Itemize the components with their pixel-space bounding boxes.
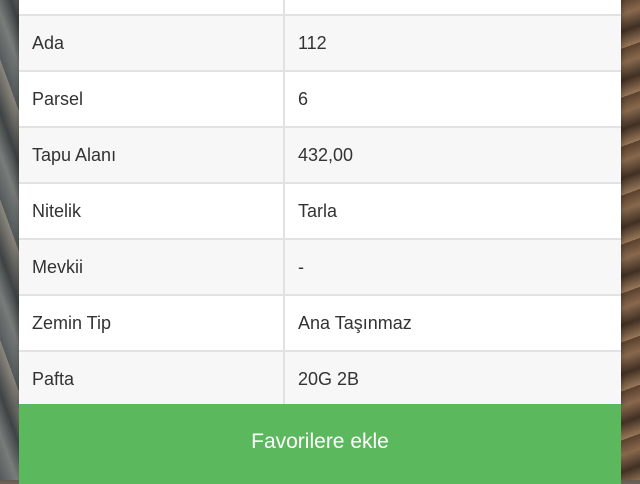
table-row-pafta: Pafta 20G 2B — [19, 351, 621, 408]
row-value-mevkii: - — [284, 239, 621, 296]
row-label-pafta: Pafta — [19, 351, 285, 408]
row-value — [284, 0, 621, 16]
table-row-mevkii: Mevkii - — [19, 239, 621, 296]
row-label-mevkii: Mevkii — [19, 239, 285, 296]
table-row-tapu-alani: Tapu Alanı 432,00 — [19, 127, 621, 184]
table-row-partial — [19, 0, 621, 16]
table-row-nitelik: Nitelik Tarla — [19, 183, 621, 240]
row-label-ada: Ada — [19, 15, 285, 72]
table-row-zemin-tip: Zemin Tip Ana Taşınmaz — [19, 295, 621, 352]
parcel-info-table: Ada 112 Parsel 6 Tapu Alanı 432,00 Nitel… — [19, 0, 621, 408]
parcel-info-panel: Ada 112 Parsel 6 Tapu Alanı 432,00 Nitel… — [19, 0, 621, 408]
row-value-zemin-tip: Ana Taşınmaz — [284, 295, 621, 352]
map-backdrop-left — [0, 0, 19, 480]
row-label-nitelik: Nitelik — [19, 183, 285, 240]
row-value-parsel: 6 — [284, 71, 621, 128]
row-label-tapu-alani: Tapu Alanı — [19, 127, 285, 184]
row-value-pafta: 20G 2B — [284, 351, 621, 408]
row-value-tapu-alani: 432,00 — [284, 127, 621, 184]
row-label-zemin-tip: Zemin Tip — [19, 295, 285, 352]
table-row-ada: Ada 112 — [19, 15, 621, 72]
row-value-nitelik: Tarla — [284, 183, 621, 240]
table-row-parsel: Parsel 6 — [19, 71, 621, 128]
add-to-favorites-label: Favorilere ekle — [251, 430, 389, 453]
add-to-favorites-button[interactable]: Favorilere ekle — [19, 404, 621, 484]
map-backdrop-right — [621, 0, 640, 480]
row-label-parsel: Parsel — [19, 71, 285, 128]
row-value-ada: 112 — [284, 15, 621, 72]
row-label — [19, 0, 285, 16]
